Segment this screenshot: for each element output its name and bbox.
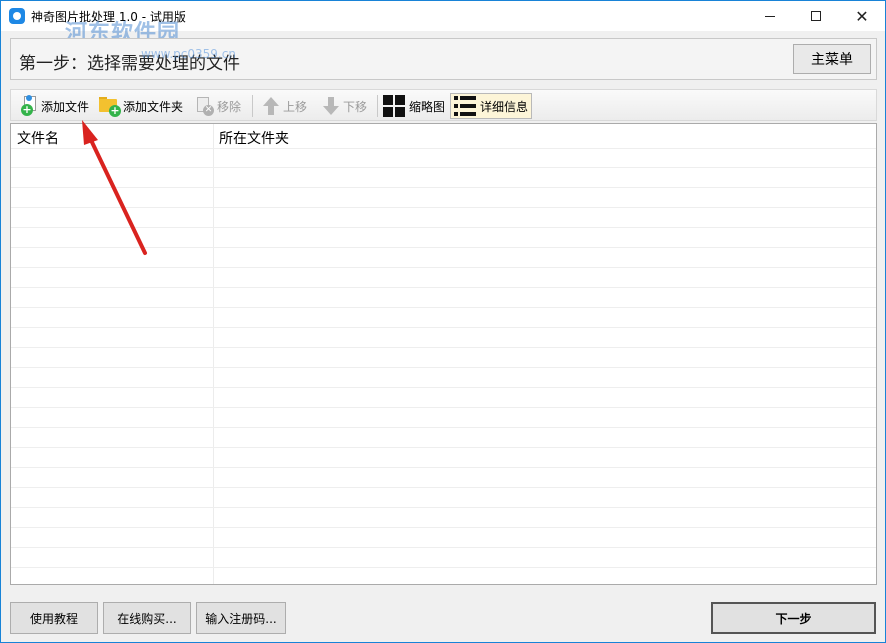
thumbnail-view-button[interactable]: 缩略图 — [383, 93, 445, 119]
empty-row — [11, 528, 876, 548]
remove-icon: ✕ — [195, 96, 215, 116]
column-header-folder[interactable]: 所在文件夹 — [213, 124, 876, 148]
empty-row — [11, 328, 876, 348]
title-bar[interactable]: 神奇图片批处理 1.0 - 试用版 河东软件园 ✕ — [1, 1, 885, 46]
maximize-button[interactable] — [793, 1, 839, 31]
next-button[interactable]: 下一步 — [711, 602, 876, 634]
empty-row — [11, 188, 876, 208]
arrow-up-icon — [261, 96, 281, 116]
empty-row — [11, 488, 876, 508]
main-menu-button[interactable]: 主菜单 — [793, 44, 871, 74]
empty-row — [11, 288, 876, 308]
move-down-button[interactable]: 下移 — [321, 93, 367, 119]
details-label: 详细信息 — [480, 99, 529, 114]
add-folder-label: 添加文件夹 — [123, 99, 184, 114]
empty-row — [11, 308, 876, 328]
empty-row — [11, 148, 876, 168]
empty-row — [11, 348, 876, 368]
file-list[interactable]: 文件名 所在文件夹 — [10, 123, 877, 585]
list-header: 文件名 所在文件夹 — [11, 124, 876, 148]
tutorial-button[interactable]: 使用教程 — [10, 602, 98, 634]
toolbar: + 添加文件 + 添加文件夹 ✕ 移除 上移 下移 缩略图 详细信息 — [10, 89, 877, 121]
empty-row — [11, 228, 876, 248]
empty-row — [11, 448, 876, 468]
add-file-icon: + — [21, 95, 39, 116]
list-rows — [11, 148, 876, 568]
watermark-url: www.pc0359.cn — [141, 47, 236, 61]
list-icon — [454, 95, 478, 117]
arrow-down-icon — [321, 96, 341, 116]
empty-row — [11, 208, 876, 228]
move-up-button[interactable]: 上移 — [261, 93, 307, 119]
app-icon — [9, 8, 25, 24]
move-down-label: 下移 — [343, 99, 368, 114]
add-folder-icon: + — [99, 96, 121, 117]
toolbar-separator — [377, 95, 378, 117]
empty-row — [11, 368, 876, 388]
maximize-icon — [811, 11, 821, 21]
empty-row — [11, 268, 876, 288]
grid-icon — [383, 95, 407, 117]
buy-online-button[interactable]: 在线购买... — [103, 602, 191, 634]
thumbnail-label: 缩略图 — [409, 99, 446, 114]
details-view-button[interactable]: 详细信息 — [450, 93, 533, 119]
toolbar-separator — [252, 95, 253, 117]
empty-row — [11, 428, 876, 448]
column-header-filename[interactable]: 文件名 — [11, 124, 213, 148]
move-up-label: 上移 — [283, 99, 308, 114]
empty-row — [11, 468, 876, 488]
add-file-button[interactable]: + 添加文件 — [21, 93, 89, 119]
empty-row — [11, 168, 876, 188]
add-file-label: 添加文件 — [41, 99, 90, 114]
app-window: 神奇图片批处理 1.0 - 试用版 河东软件园 ✕ 第一步：选择需要处理的文件 … — [0, 0, 886, 643]
empty-row — [11, 248, 876, 268]
add-folder-button[interactable]: + 添加文件夹 — [99, 93, 183, 119]
empty-row — [11, 388, 876, 408]
close-icon: ✕ — [855, 6, 869, 26]
minimize-button[interactable] — [747, 1, 793, 31]
remove-button[interactable]: ✕ 移除 — [195, 93, 241, 119]
empty-row — [11, 548, 876, 568]
enter-code-button[interactable]: 输入注册码... — [196, 602, 286, 634]
remove-label: 移除 — [217, 99, 242, 114]
close-button[interactable]: ✕ — [839, 1, 885, 31]
empty-row — [11, 408, 876, 428]
minimize-icon — [765, 15, 775, 17]
empty-row — [11, 508, 876, 528]
